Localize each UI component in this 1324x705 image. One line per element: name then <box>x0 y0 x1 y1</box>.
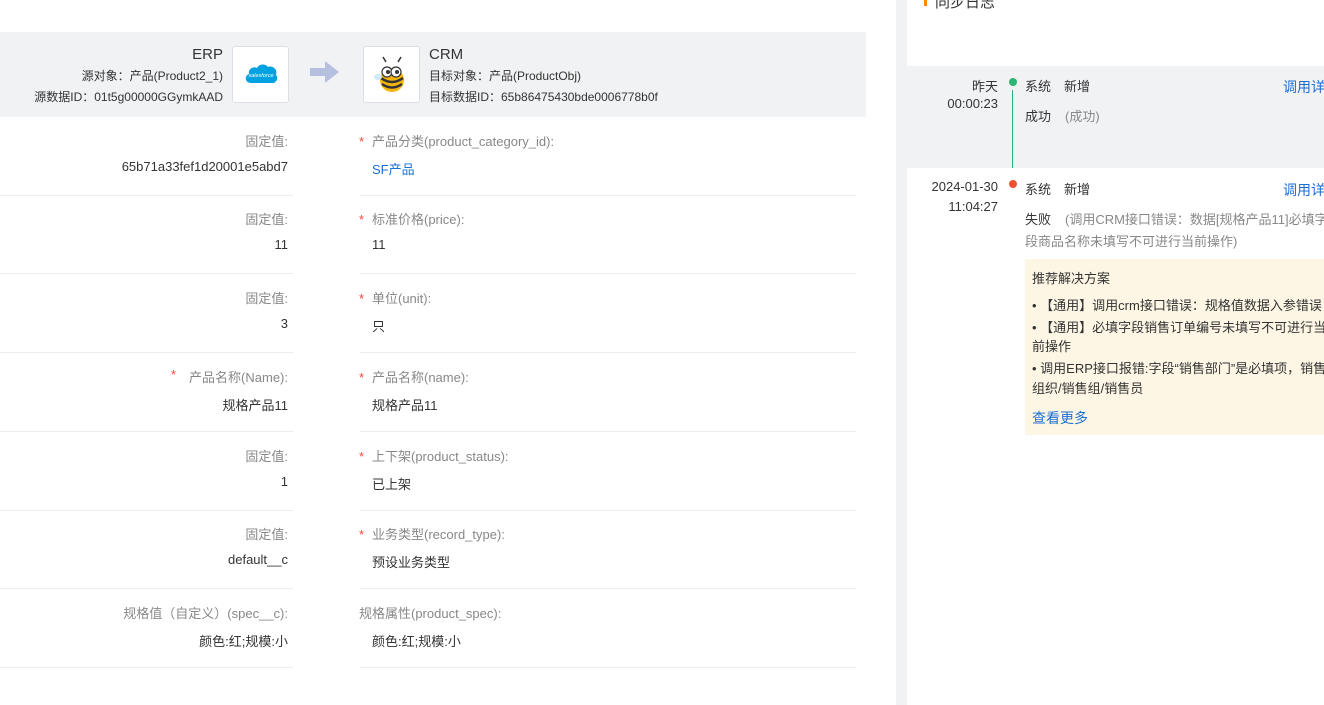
status-dot-failed <box>1009 180 1017 188</box>
source-field-label: 固定值: <box>245 527 288 542</box>
field-mapping-row: 固定值: 11 * 标准价格(price): 11 <box>0 195 866 274</box>
crm-logo <box>363 46 420 103</box>
sync-log-panel: 同步日志 昨天 00:00:23 系统 新增 调用详 成功 (成功) 2024-… <box>907 0 1324 705</box>
log-title: 同步日志 <box>935 0 996 11</box>
field-mapping-row: 固定值: 1 * 上下架(product_status): 已上架 <box>0 432 866 511</box>
log-detail: (调用CRM接口错误：数据[规格产品11]必填字 <box>1065 212 1324 227</box>
title-accent-bar <box>924 0 927 6</box>
log-action: 新增 <box>1064 79 1091 94</box>
source-object: 源对象：产品(Product2_1) <box>81 69 223 83</box>
target-object: 目标对象：产品(ProductObj) <box>429 69 582 83</box>
target-field-label: 产品分类(product_category_id): <box>372 134 555 149</box>
source-data-id: 源数据ID：01t5g00000GGymkAAD <box>34 90 223 104</box>
log-source: 系统 <box>1025 79 1052 94</box>
target-field-value: 规格产品11 <box>372 398 438 413</box>
panel-gutter <box>896 0 907 705</box>
timeline-line <box>1012 90 1013 168</box>
log-time: 11:04:27 <box>948 199 998 214</box>
log-source: 系统 <box>1025 182 1052 197</box>
log-detail: (成功) <box>1065 109 1100 124</box>
source-field-value: default__c <box>228 552 288 567</box>
source-field-value: 65b71a33fef1d20001e5abd7 <box>121 159 288 174</box>
required-mark: * <box>359 449 365 464</box>
solution-title: 推荐解决方案 <box>1032 271 1111 286</box>
source-field-value: 3 <box>280 316 288 331</box>
source-field-label: 固定值: <box>245 134 288 149</box>
source-field-label: 产品名称(Name): <box>189 370 288 385</box>
log-entry: 2024-01-30 11:04:27 系统 新增 调用详 失败 (调用CRM接… <box>907 168 1324 468</box>
salesforce-logo: salesforce <box>232 46 289 103</box>
divider <box>0 667 293 668</box>
required-mark: * <box>359 527 365 542</box>
source-field-value: 规格产品11 <box>222 398 289 413</box>
status-dot-success <box>1009 78 1017 86</box>
svg-text:salesforce: salesforce <box>248 73 273 79</box>
required-mark: * <box>171 367 177 382</box>
log-time: 00:00:23 <box>947 96 998 111</box>
mapping-header: ERP 源对象：产品(Product2_1) 源数据ID：01t5g00000G… <box>0 32 866 117</box>
source-field-label: 固定值: <box>245 449 288 464</box>
source-field-label: 固定值: <box>245 291 288 306</box>
source-system-name: ERP <box>192 46 223 63</box>
target-field-value: 11 <box>372 237 386 252</box>
target-field-label: 产品名称(name): <box>372 370 469 385</box>
solution-item: • 【通用】必填字段销售订单编号未填写不可进行当 <box>1032 320 1324 335</box>
target-field-label: 业务类型(record_type): <box>372 527 505 542</box>
view-more-link[interactable]: 查看更多 <box>1032 408 1088 428</box>
bee-icon <box>374 56 404 92</box>
log-action: 新增 <box>1064 182 1091 197</box>
required-mark: * <box>359 212 365 227</box>
target-field-label: 上下架(product_status): <box>372 449 509 464</box>
target-field-value: 已上架 <box>372 477 412 492</box>
recommended-solution-box: 推荐解决方案 • 【通用】调用crm接口错误：规格值数据入参错误 • 【通用】必… <box>1025 259 1324 435</box>
solution-item: 组织/销售组/销售员 <box>1032 381 1144 396</box>
salesforce-cloud-icon: salesforce <box>245 64 278 84</box>
call-detail-button[interactable]: 调用详 <box>1283 77 1324 97</box>
log-date: 2024-01-30 <box>931 179 999 194</box>
call-detail-button[interactable]: 调用详 <box>1283 180 1324 200</box>
target-field-value: 预设业务类型 <box>372 555 451 570</box>
target-field-label: 规格属性(product_spec): <box>359 606 502 621</box>
required-mark: * <box>359 291 365 306</box>
source-field-value: 颜色:红;规模:小 <box>199 634 288 649</box>
target-field-label: 单位(unit): <box>372 291 432 306</box>
source-field-value: 11 <box>274 237 289 252</box>
required-mark: * <box>359 134 365 149</box>
field-mapping-row: 规格值（自定义）(spec__c): 颜色:红;规模:小 规格属性(produc… <box>0 589 866 668</box>
field-mapping-row: 固定值: 3 * 单位(unit): 只 <box>0 274 866 353</box>
field-mapping-row: * 产品名称(Name): 规格产品11 * 产品名称(name): 规格产品1… <box>0 353 866 432</box>
required-mark: * <box>359 370 365 385</box>
target-field-value-link[interactable]: SF产品 <box>372 159 415 178</box>
solution-item: 前操作 <box>1032 339 1072 354</box>
source-field-label: 规格值（自定义）(spec__c): <box>123 606 288 621</box>
target-field-value: 颜色:红;规模:小 <box>372 634 461 649</box>
solution-item: • 调用ERP接口报错:字段“销售部门”是必填项，销售 <box>1032 361 1324 376</box>
log-entry: 昨天 00:00:23 系统 新增 调用详 成功 (成功) <box>907 66 1324 168</box>
field-mapping-row: 固定值: 65b71a33fef1d20001e5abd7 * 产品分类(pro… <box>0 117 866 196</box>
log-detail-continued: 段商品名称未填写不可进行当前操作) <box>1025 234 1238 249</box>
target-system-name: CRM <box>429 46 464 63</box>
arrow-right-icon <box>310 61 339 83</box>
target-field-value: 只 <box>372 319 386 334</box>
field-mapping-row: 固定值: default__c * 业务类型(record_type): 预设业… <box>0 510 866 589</box>
log-status: 成功 <box>1025 109 1052 124</box>
divider <box>360 667 856 668</box>
target-data-id: 目标数据ID：65b86475430bde0006778b0f <box>429 90 658 104</box>
source-field-label: 固定值: <box>245 212 288 227</box>
log-status: 失败 <box>1025 212 1052 227</box>
log-date: 昨天 <box>971 79 998 94</box>
target-field-label: 标准价格(price): <box>372 212 465 227</box>
mapping-panel: ERP 源对象：产品(Product2_1) 源数据ID：01t5g00000G… <box>0 0 866 705</box>
source-field-value: 1 <box>280 474 288 489</box>
solution-item: • 【通用】调用crm接口错误：规格值数据入参错误 <box>1032 298 1322 313</box>
